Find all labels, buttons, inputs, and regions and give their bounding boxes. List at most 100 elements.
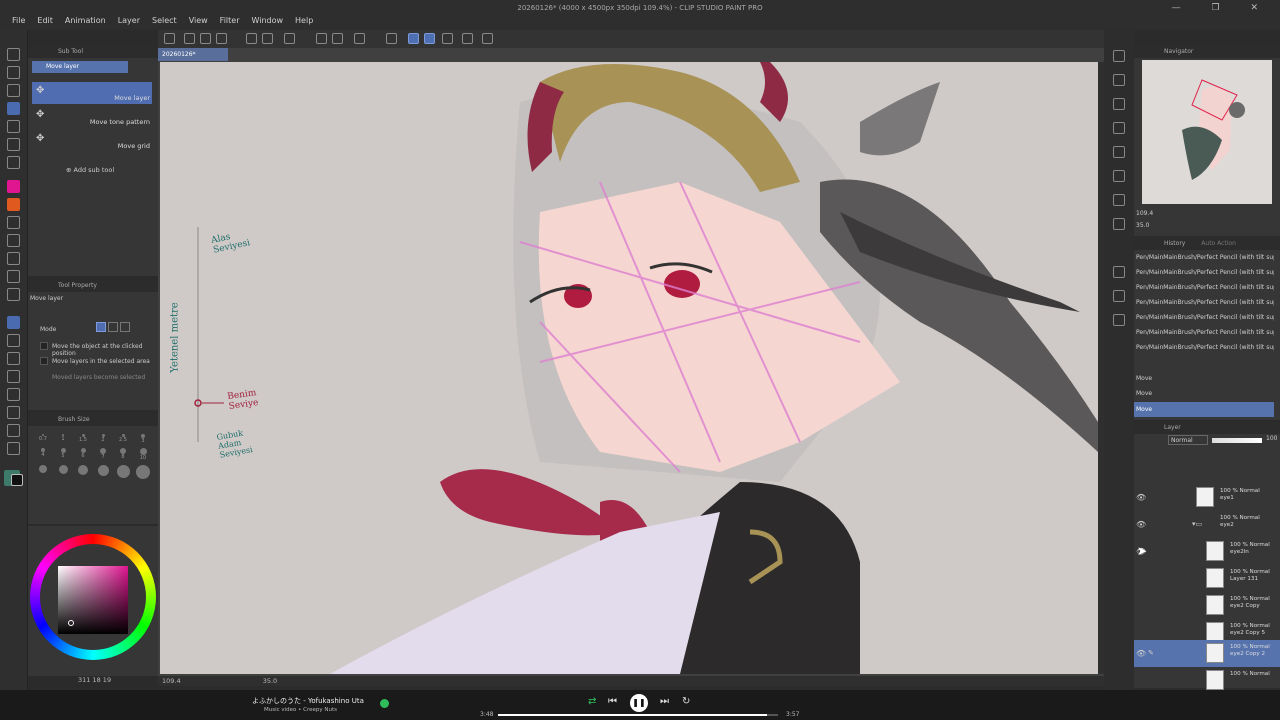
- previous-icon[interactable]: ⏮: [608, 696, 617, 707]
- layer-property-icon[interactable]: [1113, 218, 1125, 230]
- text-tool-icon[interactable]: [7, 406, 20, 419]
- history-item[interactable]: Pen/MainMainBrush/Perfect Pencil (with t…: [1134, 340, 1274, 355]
- layer-icon[interactable]: [1113, 266, 1125, 278]
- frame-tool-icon[interactable]: [7, 370, 20, 383]
- eye-icon[interactable]: 👁: [1136, 520, 1146, 529]
- song-title[interactable]: よふかしのうた - Yofukashino Uta: [252, 696, 364, 706]
- main-color-swatch[interactable]: [11, 474, 23, 486]
- selection-icon[interactable]: [386, 33, 397, 44]
- brush-size-preset[interactable]: 2.5: [114, 434, 132, 444]
- open-file-icon[interactable]: [200, 33, 211, 44]
- airbrush-tool-icon[interactable]: [7, 234, 20, 247]
- hand-tool-icon[interactable]: [7, 66, 20, 79]
- mode-grid-icon[interactable]: [108, 322, 118, 332]
- opacity-value[interactable]: 100: [1266, 435, 1277, 442]
- brush-size-preset[interactable]: 1.5: [74, 434, 92, 444]
- clip-studio-icon[interactable]: [164, 33, 175, 44]
- subtool-move-grid[interactable]: ✥ Move grid: [32, 130, 152, 152]
- history-item[interactable]: Pen/MainMainBrush/Perfect Pencil (with t…: [1134, 325, 1274, 340]
- brush-size-preset[interactable]: [74, 465, 92, 479]
- history-tab[interactable]: History: [1164, 240, 1185, 247]
- layer-row[interactable]: 👁 100 % Normal eye2ln: [1134, 538, 1280, 565]
- auto-action-tab[interactable]: Auto Action: [1201, 240, 1236, 247]
- opacity-slider[interactable]: [1212, 438, 1262, 443]
- sub-tool-group-tab[interactable]: Move layer: [32, 61, 128, 73]
- brush-size-preset[interactable]: 7: [94, 448, 112, 461]
- mode-layer-icon[interactable]: [96, 322, 106, 332]
- brush-size-preset[interactable]: 10: [134, 448, 152, 461]
- menu-filter[interactable]: Filter: [214, 16, 246, 25]
- pen-tool-icon[interactable]: [7, 180, 20, 193]
- undo-icon[interactable]: [246, 33, 257, 44]
- transform-icon[interactable]: [332, 33, 343, 44]
- layer-row[interactable]: 100 % Normal eye2 Copy: [1134, 592, 1280, 619]
- navigator-angle[interactable]: 35.0: [1136, 222, 1149, 229]
- save-icon[interactable]: [216, 33, 227, 44]
- sub-view-icon[interactable]: [1113, 146, 1125, 158]
- brush-size-preset[interactable]: 6: [74, 448, 92, 461]
- eraser-tool-icon[interactable]: [7, 270, 20, 283]
- move-layer-tool-icon[interactable]: [7, 102, 20, 115]
- layer-folder-row[interactable]: 👁 ▾▭ 100 % Normal eye2: [1134, 511, 1280, 538]
- layer-row-selected[interactable]: 👁 ✎ 100 % Normal eye2 Copy 2: [1134, 640, 1280, 667]
- layer-row[interactable]: 100 % Normal Layer 131: [1134, 565, 1280, 592]
- mode-selector[interactable]: [96, 322, 130, 332]
- brush-size-preset[interactable]: 0.7: [34, 434, 52, 444]
- menu-animation[interactable]: Animation: [59, 16, 112, 25]
- navigator-preview[interactable]: [1142, 60, 1272, 204]
- brush-size-preset[interactable]: 2: [94, 434, 112, 444]
- canvas-zoom[interactable]: 109.4: [162, 677, 181, 685]
- history-item[interactable]: Pen/MainMainBrush/Perfect Pencil (with t…: [1134, 310, 1274, 325]
- subtool-move-tone-pattern[interactable]: ✥ Move tone pattern: [32, 106, 152, 128]
- new-file-icon[interactable]: [184, 33, 195, 44]
- snap-grid-icon[interactable]: [442, 33, 453, 44]
- ruler-tool-icon[interactable]: [7, 388, 20, 401]
- document-tab[interactable]: 20260126*: [158, 48, 228, 61]
- brush-size-preset[interactable]: 5: [54, 448, 72, 461]
- brush-size-preset[interactable]: 3: [134, 434, 152, 444]
- fill-tool-icon[interactable]: [7, 316, 20, 329]
- correct-line-tool-icon[interactable]: [7, 442, 20, 455]
- brush-size-preset[interactable]: 8: [114, 448, 132, 461]
- snap-special-ruler-icon[interactable]: [424, 33, 435, 44]
- navigator-icon[interactable]: [1113, 98, 1125, 110]
- fill-icon[interactable]: [316, 33, 327, 44]
- eye-icon[interactable]: 👁: [1136, 493, 1146, 502]
- brush-size-preset[interactable]: [34, 465, 52, 479]
- brush-size-preset[interactable]: [134, 465, 152, 479]
- gradient-tool-icon[interactable]: [7, 334, 20, 347]
- menu-select[interactable]: Select: [146, 16, 183, 25]
- shuffle-icon[interactable]: ⇄: [588, 696, 596, 707]
- zoom-tool-icon[interactable]: [7, 48, 20, 61]
- history-item[interactable]: Pen/MainMainBrush/Perfect Pencil (with t…: [1134, 250, 1274, 265]
- option-checkbox[interactable]: [40, 357, 48, 365]
- brush-size-preset[interactable]: [114, 465, 132, 479]
- auto-select-tool-icon[interactable]: [7, 138, 20, 151]
- color-picker-handle[interactable]: [68, 620, 74, 626]
- drawing-canvas[interactable]: Alas Seviyesi Yetenel metre Benim Seviye…: [160, 62, 1098, 674]
- brush-size-preset[interactable]: [54, 465, 72, 479]
- material-icon[interactable]: [1113, 74, 1125, 86]
- history-icon[interactable]: [1113, 194, 1125, 206]
- eyedropper-tool-icon[interactable]: [7, 156, 20, 169]
- redo-icon[interactable]: [262, 33, 273, 44]
- layer-row[interactable]: 👁 100 % Normal eye1: [1134, 484, 1280, 511]
- lasso-tool-icon[interactable]: [7, 120, 20, 133]
- animation-icon[interactable]: [1113, 314, 1125, 326]
- brush-size-preset[interactable]: [94, 465, 112, 479]
- settings-icon[interactable]: [482, 33, 493, 44]
- search-icon[interactable]: [1113, 50, 1125, 62]
- brush-size-preset[interactable]: 4: [34, 448, 52, 461]
- brush-size-preset[interactable]: 1: [54, 434, 72, 444]
- next-icon[interactable]: ⏭: [660, 696, 669, 707]
- pause-button[interactable]: ❚❚: [630, 694, 648, 712]
- menu-view[interactable]: View: [183, 16, 214, 25]
- deselect-icon[interactable]: [354, 33, 365, 44]
- info-icon[interactable]: [1113, 170, 1125, 182]
- snap-ruler-icon[interactable]: [408, 33, 419, 44]
- history-item[interactable]: Pen/MainMainBrush/Perfect Pencil (with t…: [1134, 295, 1274, 310]
- menu-help[interactable]: Help: [289, 16, 319, 25]
- history-item[interactable]: Pen/MainMainBrush/Perfect Pencil (with t…: [1134, 265, 1274, 280]
- ruler-icon[interactable]: [462, 33, 473, 44]
- history-item[interactable]: Move: [1134, 386, 1274, 401]
